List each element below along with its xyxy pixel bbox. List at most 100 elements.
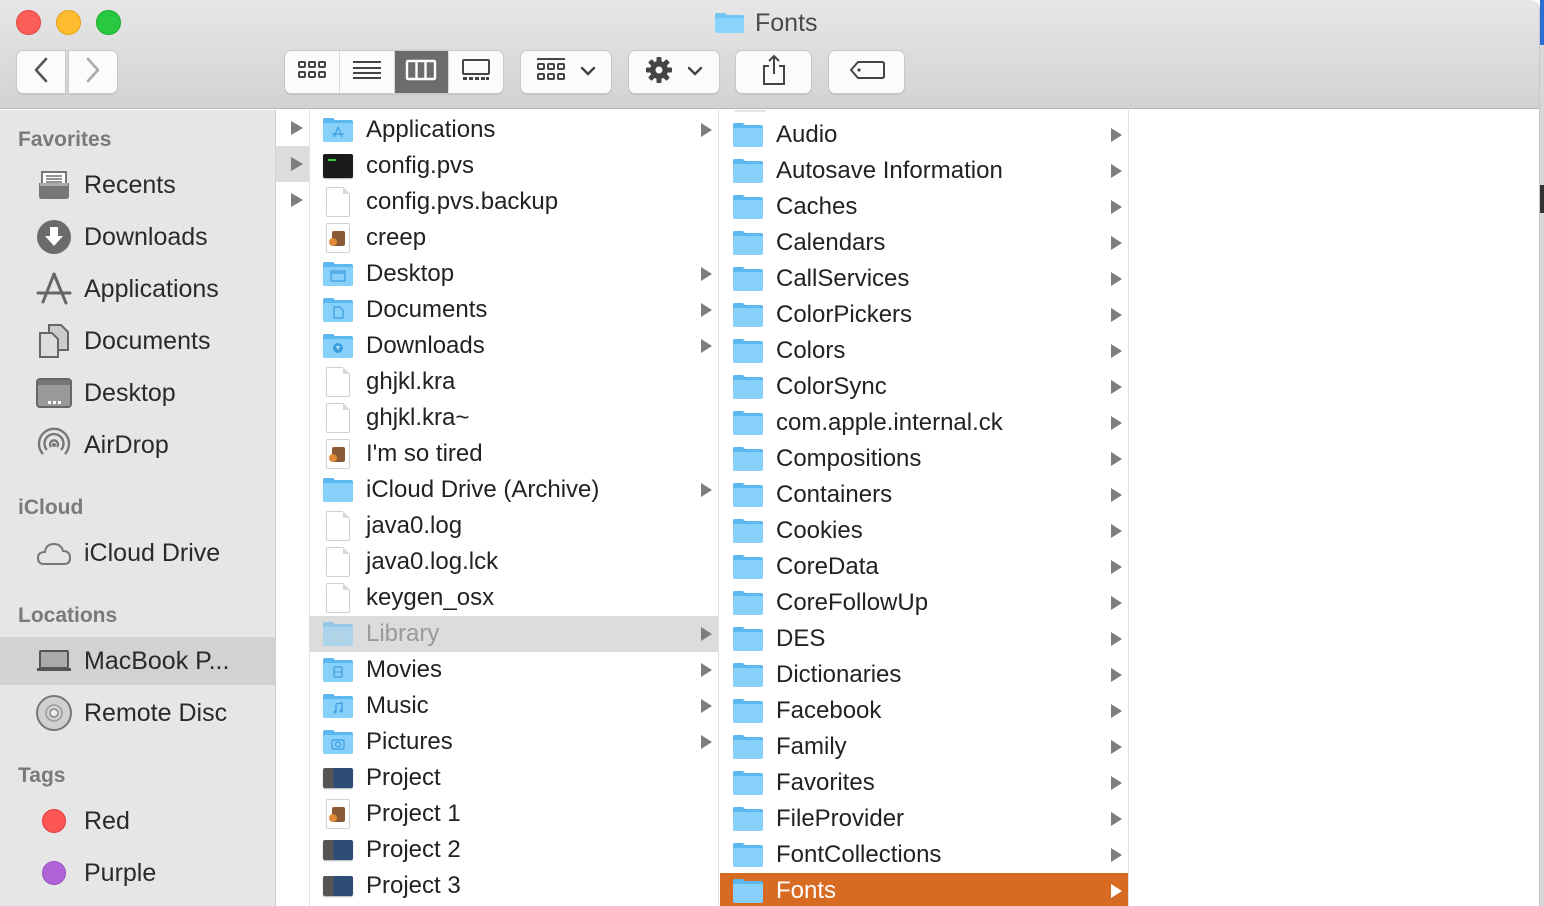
file-row[interactable]: CallServices: [720, 261, 1128, 297]
chevron-right-icon: [85, 57, 101, 88]
file-row[interactable]: Documents: [310, 292, 718, 328]
group-by-button[interactable]: [520, 50, 612, 94]
tags-button[interactable]: [828, 50, 905, 94]
file-row[interactable]: FileProvider: [720, 801, 1128, 837]
disclosure-arrow-icon: [1111, 848, 1122, 862]
back-button[interactable]: [16, 50, 66, 94]
share-button[interactable]: [735, 50, 812, 94]
folder-icon: [732, 876, 764, 906]
sidebar-item-icloud-drive[interactable]: iCloud Drive: [0, 529, 275, 577]
file-row[interactable]: keygen_osx: [310, 580, 718, 616]
file-row[interactable]: ColorSync: [720, 369, 1128, 405]
sidebar-item-desktop[interactable]: Desktop: [0, 369, 275, 417]
file-row[interactable]: CoreData: [720, 549, 1128, 585]
file-row[interactable]: Project: [310, 760, 718, 796]
list-view-button[interactable]: [340, 51, 395, 93]
file-row[interactable]: Fonts: [720, 873, 1128, 906]
sidebar-item-tag-purple[interactable]: Purple: [0, 849, 275, 897]
file-name: Applications: [366, 116, 496, 143]
forward-button[interactable]: [68, 50, 118, 94]
sidebar-item-macbook[interactable]: MacBook P...: [0, 637, 275, 685]
file-row[interactable]: ghjkl.kra: [310, 364, 718, 400]
file-row[interactable]: Dictionaries: [720, 657, 1128, 693]
root-row[interactable]: [276, 182, 309, 218]
disclosure-arrow-icon: [1111, 524, 1122, 538]
sidebar-item-documents[interactable]: Documents: [0, 317, 275, 365]
folder-icon: [732, 336, 764, 366]
file-name: Colors: [776, 337, 846, 364]
file-row[interactable]: java0.log: [310, 508, 718, 544]
file-name: Calendars: [776, 229, 886, 256]
file-row[interactable]: Downloads: [310, 328, 718, 364]
sidebar-item-recents[interactable]: Recents: [0, 161, 275, 209]
file-row[interactable]: java0.log.lck: [310, 544, 718, 580]
file-row[interactable]: Project 2: [310, 832, 718, 868]
file-row[interactable]: Containers: [720, 477, 1128, 513]
file-name: I'm so tired: [366, 440, 483, 467]
file-row[interactable]: ghjkl.kra~: [310, 400, 718, 436]
root-row-selected[interactable]: [276, 146, 309, 182]
file-row[interactable]: Compositions: [720, 441, 1128, 477]
folder-icon: [732, 408, 764, 438]
folder-icon: [732, 264, 764, 294]
file-name: Project 2: [366, 836, 461, 863]
file-name: Library: [366, 620, 440, 647]
file-name: DES: [776, 625, 826, 652]
file-row[interactable]: Desktop: [310, 256, 718, 292]
folder-icon: [732, 156, 764, 186]
minimize-button[interactable]: [56, 10, 81, 35]
downloads-icon: [36, 219, 72, 255]
folder-icon: [732, 552, 764, 582]
close-button[interactable]: [16, 10, 41, 35]
file-row[interactable]: creep: [310, 220, 718, 256]
file-row[interactable]: com.apple.internal.ck: [720, 405, 1128, 441]
file-row[interactable]: Audio: [720, 117, 1128, 153]
sidebar-heading-icloud: iCloud: [18, 496, 84, 519]
file-row[interactable]: Family: [720, 729, 1128, 765]
folder-icon: [322, 475, 354, 505]
disclosure-arrow-icon: [1111, 668, 1122, 682]
sidebar-item-tag-red[interactable]: Red: [0, 797, 275, 845]
sidebar-item-remote-disc[interactable]: Remote Disc: [0, 689, 275, 737]
sidebar-item-applications[interactable]: Applications: [0, 265, 275, 313]
file-row[interactable]: DES: [720, 621, 1128, 657]
file-row[interactable]: Autosave Information: [720, 153, 1128, 189]
file-row[interactable]: iCloud Drive (Archive): [310, 472, 718, 508]
file-name: keygen_osx: [366, 584, 495, 611]
file-row[interactable]: Movies: [310, 652, 718, 688]
file-row[interactable]: Library: [310, 616, 718, 652]
action-button[interactable]: [628, 50, 720, 94]
file-row[interactable]: I'm so tired: [310, 436, 718, 472]
column-view-button[interactable]: [394, 51, 450, 93]
disclosure-arrow-icon: [291, 121, 303, 135]
file-row[interactable]: Calendars: [720, 225, 1128, 261]
disclosure-arrow-icon: [291, 193, 303, 207]
file-row[interactable]: Caches: [720, 189, 1128, 225]
file-row[interactable]: Project 1: [310, 796, 718, 832]
sidebar-item-downloads[interactable]: Downloads: [0, 213, 275, 261]
file-row[interactable]: Pictures: [310, 724, 718, 760]
zoom-button[interactable]: [96, 10, 121, 35]
file-row[interactable]: config.pvs.backup: [310, 184, 718, 220]
file-row[interactable]: Cookies: [720, 513, 1128, 549]
sidebar-item-airdrop[interactable]: AirDrop: [0, 421, 275, 469]
columns-icon: [405, 59, 437, 86]
file-row[interactable]: Facebook: [720, 693, 1128, 729]
file-row[interactable]: Applications: [310, 112, 718, 148]
folder-icon: [732, 624, 764, 654]
icon-view-button[interactable]: [285, 51, 340, 93]
file-row[interactable]: FontCollections: [720, 837, 1128, 873]
disclosure-arrow-icon: [1111, 632, 1122, 646]
sidebar-item-label: Red: [84, 806, 130, 835]
file-row[interactable]: Music: [310, 688, 718, 724]
file-row[interactable]: config.pvs: [310, 148, 718, 184]
folder-icon: [732, 696, 764, 726]
root-row[interactable]: [276, 110, 309, 146]
file-row[interactable]: ColorPickers: [720, 297, 1128, 333]
file-row[interactable]: Favorites: [720, 765, 1128, 801]
sidebar-item-label: MacBook P...: [84, 646, 230, 675]
file-row[interactable]: CoreFollowUp: [720, 585, 1128, 621]
gallery-view-button[interactable]: [449, 51, 503, 93]
file-row[interactable]: Colors: [720, 333, 1128, 369]
file-row[interactable]: Project 3: [310, 868, 718, 904]
